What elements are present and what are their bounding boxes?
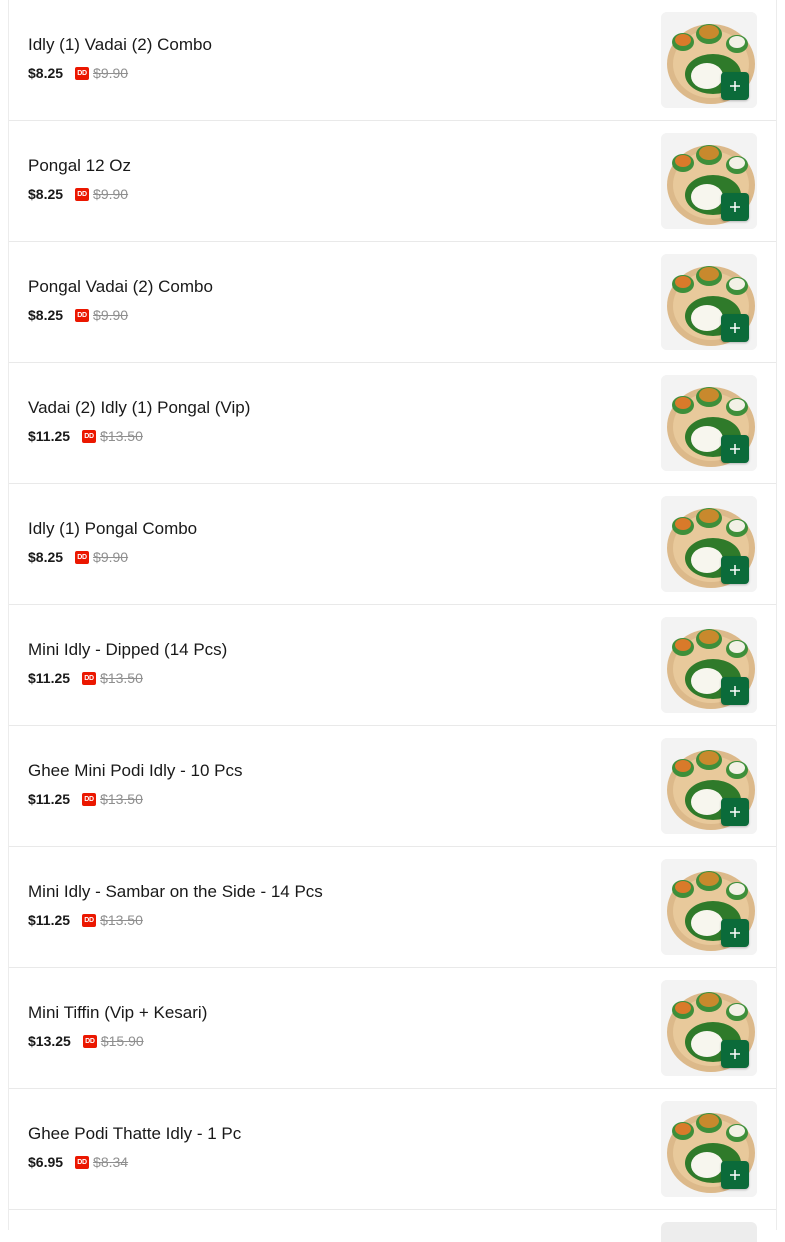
menu-item-original-price: $15.90 [100, 1033, 144, 1049]
menu-item-price: $11.25 [28, 791, 71, 807]
menu-item-image[interactable] [661, 1222, 757, 1242]
menu-item-price: $11.25 [28, 912, 71, 928]
menu-item-name: Idly (1) Vadai (2) Combo [28, 35, 212, 54]
plus-icon [730, 81, 740, 91]
menu-item-name: Vadai (2) Idly (1) Pongal (Vip) [28, 398, 251, 417]
plus-icon [730, 565, 740, 575]
menu-item-name: Mini Idly - Sambar on the Side - 14 Pcs [28, 882, 323, 901]
menu-item-info: Mini Tiffin (Vip + Kesari) $13.25 DD $15… [28, 1003, 207, 1050]
dashpass-badge-icon: DD [75, 66, 90, 80]
menu-item-info: Ghee Mini Podi Idly - 10 Pcs $11.25 DD $… [28, 761, 242, 808]
menu-item-price-line: $8.25 DD $9.90 [28, 548, 197, 566]
menu-item[interactable]: Mini Idly - Sambar on the Side - 14 Pcs … [9, 847, 776, 968]
add-to-cart-button[interactable] [721, 919, 749, 947]
plus-icon [730, 444, 740, 454]
menu-item[interactable]: Mini Tiffin (Vip + Kesari) $13.25 DD $15… [9, 968, 776, 1089]
menu-item-info: Pongal Vadai (2) Combo $8.25 DD $9.90 [28, 277, 213, 324]
menu-item-name: Ghee Mini Podi Idly - 10 Pcs [28, 761, 243, 780]
dashpass-badge-icon: DD [82, 792, 97, 806]
dashpass-badge-icon: DD [75, 550, 90, 564]
menu-item-info: Idly (1) Vadai (2) Combo $8.25 DD $9.90 [28, 35, 212, 82]
menu-item-original-price: $9.90 [93, 307, 129, 323]
plus-icon [730, 807, 740, 817]
menu-item-price: $13.25 [28, 1033, 71, 1049]
menu-item-name: Idly (1) Pongal Combo [28, 519, 198, 538]
menu-item[interactable]: Ghee Mini Podi Idly - 10 Pcs $11.25 DD $… [9, 726, 776, 847]
menu-item-price: $11.25 [28, 670, 71, 686]
plus-icon [730, 323, 740, 333]
menu-item-price: $8.25 [28, 65, 64, 81]
add-to-cart-button[interactable] [721, 435, 749, 463]
menu-item-info: Pongal 12 Oz $8.25 DD $9.90 [28, 156, 131, 203]
menu-item-original-price: $9.90 [93, 65, 129, 81]
menu-item-original-price: $13.50 [100, 912, 143, 928]
menu-item[interactable]: Vadai (2) Idly (1) Pongal (Vip) $11.25 D… [9, 363, 776, 484]
menu-item-price: $8.25 [28, 549, 64, 565]
plus-icon [730, 686, 740, 696]
menu-item-info: Ghee Podi Thatte Idly - 1 Pc $6.95 DD $8… [28, 1124, 241, 1171]
menu-item-price-line: $6.95 DD $8.34 [28, 1153, 241, 1171]
dashpass-badge-icon: DD [75, 1155, 90, 1169]
dashpass-badge-icon: DD [82, 913, 97, 927]
menu-item-price-line: $8.25 DD $9.90 [28, 64, 212, 82]
menu-item-info: Mini Idly - Dipped (14 Pcs) $11.25 DD $1… [28, 640, 227, 687]
add-to-cart-button[interactable] [721, 798, 749, 826]
menu-item-price-line: $11.25 DD $13.50 [28, 911, 323, 929]
add-to-cart-button[interactable] [721, 193, 749, 221]
plus-icon [730, 1170, 740, 1180]
menu-item[interactable]: Idly (1) Pongal Combo $8.25 DD $9.90 [9, 484, 776, 605]
menu-item-list: Idly (1) Vadai (2) Combo $8.25 DD $9.90 [8, 0, 777, 1242]
menu-item-name: Mini Idly - Dipped (14 Pcs) [28, 640, 228, 659]
add-to-cart-button[interactable] [721, 556, 749, 584]
dashpass-badge-icon: DD [82, 429, 97, 443]
menu-item[interactable]: Pongal Vadai (2) Combo $8.25 DD $9.90 [9, 242, 776, 363]
menu-item-price-line: $11.25 DD $13.50 [28, 669, 227, 687]
menu-item-original-price: $9.90 [93, 186, 129, 202]
plus-icon [730, 1049, 740, 1059]
menu-item-original-price: $8.34 [93, 1154, 129, 1170]
plus-icon [730, 928, 740, 938]
menu-item[interactable]: Ghee Podi Thatte Idly - 1 Pc $6.95 DD $8… [9, 1089, 776, 1210]
add-to-cart-button[interactable] [721, 677, 749, 705]
menu-item-partial[interactable] [9, 1210, 776, 1242]
menu-item-price-line: $11.25 DD $13.50 [28, 790, 242, 808]
menu-item-name: Pongal Vadai (2) Combo [28, 277, 213, 296]
menu-item-original-price: $13.50 [100, 428, 143, 444]
add-to-cart-button[interactable] [721, 1040, 749, 1068]
dashpass-badge-icon: DD [75, 308, 90, 322]
menu-item-name: Pongal 12 Oz [28, 156, 132, 175]
menu-item-price-line: $13.25 DD $15.90 [28, 1032, 207, 1050]
menu-item-info: Mini Idly - Sambar on the Side - 14 Pcs … [28, 882, 323, 929]
menu-item-price: $11.25 [28, 428, 71, 444]
menu-item-price: $8.25 [28, 307, 64, 323]
menu-item-original-price: $13.50 [100, 670, 143, 686]
dashpass-badge-icon: DD [82, 671, 97, 685]
menu-item-name: Ghee Podi Thatte Idly - 1 Pc [28, 1124, 242, 1143]
menu-item-price-line: $8.25 DD $9.90 [28, 185, 131, 203]
menu-item-price: $6.95 [28, 1154, 64, 1170]
menu-item-original-price: $13.50 [100, 791, 143, 807]
dashpass-badge-icon: DD [75, 187, 90, 201]
add-to-cart-button[interactable] [721, 1161, 749, 1189]
add-to-cart-button[interactable] [721, 72, 749, 100]
menu-item-original-price: $9.90 [93, 549, 129, 565]
menu-item[interactable]: Pongal 12 Oz $8.25 DD $9.90 [9, 121, 776, 242]
plus-icon [730, 202, 740, 212]
menu-item-price-line: $8.25 DD $9.90 [28, 306, 213, 324]
menu-item-info: Idly (1) Pongal Combo $8.25 DD $9.90 [28, 519, 197, 566]
menu-item[interactable]: Mini Idly - Dipped (14 Pcs) $11.25 DD $1… [9, 605, 776, 726]
menu-item-price-line: $11.25 DD $13.50 [28, 427, 250, 445]
menu-item[interactable]: Idly (1) Vadai (2) Combo $8.25 DD $9.90 [9, 0, 776, 121]
menu-item-info: Vadai (2) Idly (1) Pongal (Vip) $11.25 D… [28, 398, 250, 445]
dashpass-badge-icon: DD [82, 1034, 97, 1048]
menu-item-name: Mini Tiffin (Vip + Kesari) [28, 1003, 208, 1022]
menu-item-price: $8.25 [28, 186, 64, 202]
add-to-cart-button[interactable] [721, 314, 749, 342]
